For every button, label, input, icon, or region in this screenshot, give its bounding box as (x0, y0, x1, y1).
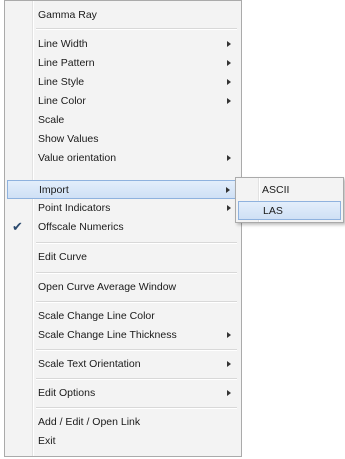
menu-item-import[interactable]: Import (7, 180, 239, 199)
menu-item-line-pattern[interactable]: Line Pattern (7, 54, 239, 73)
submenu-arrow-icon (227, 98, 231, 104)
submenu-arrow-icon (226, 187, 230, 193)
menu-item-label: Edit Curve (38, 251, 88, 263)
menu-item-edit-options[interactable]: Edit Options (7, 384, 239, 403)
submenu-arrow-icon (227, 332, 231, 338)
menu-item-line-style[interactable]: Line Style (7, 73, 239, 92)
submenu-arrow-icon (227, 79, 231, 85)
menu-separator (36, 301, 237, 303)
menu-item-label: Line Pattern (38, 57, 95, 69)
checkmark-icon: ✔ (12, 219, 23, 234)
menu-item-label: Value orientation (38, 152, 117, 164)
menu-item-scale-change-line-thickness[interactable]: Scale Change Line Thickness (7, 326, 239, 345)
submenu-arrow-icon (227, 390, 231, 396)
menu-separator (36, 28, 237, 30)
submenu-item-ascii[interactable]: ASCII (238, 181, 341, 200)
menu-item-label: Line Color (38, 95, 86, 107)
submenu-arrow-icon (227, 205, 231, 211)
menu-item-scale[interactable]: Scale (7, 111, 239, 130)
menu-item-add-edit-open-link[interactable]: Add / Edit / Open Link (7, 413, 239, 432)
menu-item-label: Point Indicators (38, 202, 111, 214)
menu-item-label: Open Curve Average Window (38, 281, 177, 293)
menu-separator (36, 378, 237, 380)
menu-item-offscale-numerics[interactable]: ✔ Offscale Numerics (7, 218, 239, 237)
menu-item-label: Exit (38, 435, 56, 447)
menu-item-open-curve-average-window[interactable]: Open Curve Average Window (7, 278, 239, 297)
menu-item-gamma-ray[interactable]: Gamma Ray (7, 6, 239, 25)
menu-item-show-values[interactable]: Show Values (7, 130, 239, 149)
menu-separator (36, 407, 237, 409)
menu-item-label: Line Style (38, 76, 85, 88)
menu-item-label: Offscale Numerics (38, 221, 124, 233)
menu-item-scale-change-line-color[interactable]: Scale Change Line Color (7, 307, 239, 326)
menu-separator (36, 349, 237, 351)
menu-item-label: Show Values (38, 133, 99, 145)
menu-item-line-width[interactable]: Line Width (7, 35, 239, 54)
submenu-arrow-icon (227, 361, 231, 367)
menu-item-label: Gamma Ray (38, 9, 97, 21)
submenu-item-las[interactable]: LAS (238, 201, 341, 220)
menu-item-scale-text-orientation[interactable]: Scale Text Orientation (7, 355, 239, 374)
context-menu: Gamma Ray Line Width Line Pattern Line S… (4, 0, 242, 457)
submenu-arrow-icon (227, 60, 231, 66)
menu-item-label: Edit Options (38, 387, 96, 399)
submenu-arrow-icon (227, 41, 231, 47)
submenu-item-label: LAS (263, 205, 283, 217)
menu-item-value-orientation[interactable]: Value orientation (7, 149, 239, 168)
menu-item-exit[interactable]: Exit (7, 432, 239, 451)
menu-item-label: Line Width (38, 38, 88, 50)
menu-separator (36, 272, 237, 274)
submenu-arrow-icon (227, 155, 231, 161)
menu-item-label: Scale (38, 114, 65, 126)
menu-separator (36, 242, 237, 244)
menu-item-label: Scale Change Line Thickness (38, 329, 177, 341)
menu-item-line-color[interactable]: Line Color (7, 92, 239, 111)
import-submenu: ASCII LAS (235, 177, 344, 223)
menu-item-label: Scale Change Line Color (38, 310, 155, 322)
menu-item-label: Add / Edit / Open Link (38, 416, 141, 428)
submenu-item-label: ASCII (262, 184, 290, 196)
menu-item-point-indicators[interactable]: Point Indicators (7, 199, 239, 218)
menu-item-label: Scale Text Orientation (38, 358, 141, 370)
menu-item-edit-curve[interactable]: Edit Curve (7, 248, 239, 267)
menu-item-label: Import (39, 184, 69, 196)
